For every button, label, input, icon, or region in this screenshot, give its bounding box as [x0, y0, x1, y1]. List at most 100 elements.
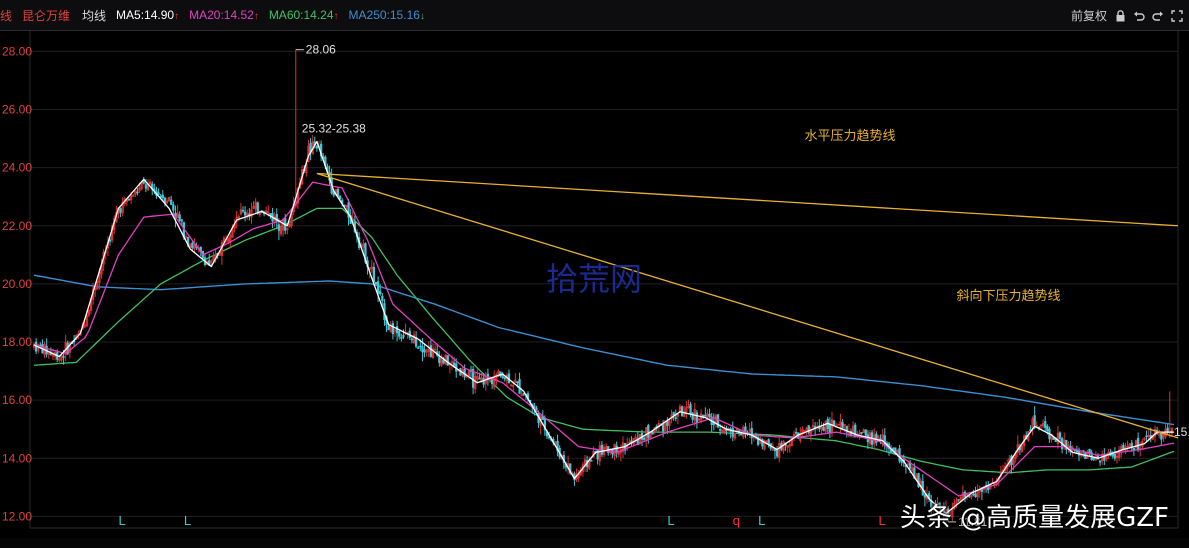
candle-body: [277, 224, 281, 231]
candle-body: [410, 338, 414, 341]
candle-body: [243, 211, 247, 216]
adjust-button[interactable]: 前复权: [1071, 7, 1107, 24]
candle-body: [651, 431, 654, 435]
candle-body: [1145, 435, 1148, 438]
candle-body: [533, 405, 536, 409]
candle-body: [400, 337, 403, 339]
trendlines: 水平压力趋势线斜向下压力趋势线: [316, 128, 1179, 439]
ma20-readout[interactable]: MA20:14.52↑: [189, 8, 259, 22]
bottom-marker: L: [667, 513, 674, 528]
candle-body: [210, 260, 213, 263]
candle-body: [119, 208, 122, 213]
candle-body: [854, 424, 857, 438]
candle-body: [674, 417, 677, 419]
annotation-range: 25.32-25.38: [302, 121, 366, 135]
y-tick-label: 26.00: [2, 103, 32, 117]
candle-body: [860, 432, 863, 434]
candle-body: [864, 429, 867, 436]
candle-body: [62, 356, 65, 358]
chart-prefix: 线: [0, 8, 13, 23]
candle-body: [345, 205, 348, 208]
candle-body: [421, 346, 424, 353]
bottom-marker: L: [758, 513, 765, 528]
candle-body: [372, 266, 376, 283]
candle-body: [767, 439, 770, 444]
candle-body: [731, 428, 734, 437]
candle-body: [672, 412, 675, 416]
y-tick-label: 22.00: [2, 219, 32, 233]
candle-body: [1046, 425, 1049, 432]
candle-body: [419, 345, 422, 348]
trendline-label: 斜向下压力趋势线: [957, 288, 1061, 304]
candle-body: [58, 359, 61, 361]
candle-body: [750, 428, 753, 439]
stock-name[interactable]: 昆仑万维: [22, 7, 70, 24]
ma60-readout[interactable]: MA60:14.24↑: [269, 8, 339, 22]
candle-body: [387, 325, 390, 331]
trendline: [316, 172, 1179, 439]
undo-icon[interactable]: [1133, 10, 1145, 22]
candle-body: [680, 406, 684, 417]
trendline: [316, 172, 1179, 227]
candle-body: [822, 426, 825, 431]
candle-body: [108, 239, 112, 242]
y-tick-label: 20.00: [2, 277, 32, 291]
candle-body: [1132, 447, 1136, 451]
ma250-readout[interactable]: MA250:15.16↓: [349, 8, 425, 22]
candle-body: [402, 335, 405, 338]
candle-body: [647, 425, 650, 439]
lock-icon[interactable]: [1114, 9, 1126, 22]
bottom-marker: L: [118, 513, 125, 528]
candle-body: [1136, 437, 1140, 451]
volume-pane-edge: [0, 538, 1189, 548]
y-axis: 28.00 26.00 24.00 22.00 20.00 18.00 16.00 14.00…: [2, 44, 32, 523]
candle-body: [775, 448, 779, 457]
expand-icon[interactable]: [1171, 9, 1183, 22]
candle-body: [161, 194, 164, 199]
candle-body: [642, 437, 646, 440]
candle-body: [395, 326, 399, 334]
candle-body: [191, 242, 194, 249]
candle-body: [381, 295, 384, 302]
candle-body: [450, 361, 454, 363]
candle-body: [379, 290, 382, 295]
redo-icon[interactable]: [1152, 10, 1164, 22]
candle-body: [170, 199, 173, 205]
candle-body: [391, 323, 395, 335]
candle-body: [516, 381, 519, 383]
candle-body: [892, 448, 895, 450]
candle-body: [1092, 458, 1095, 460]
candle-body: [180, 219, 183, 222]
candle-body: [144, 184, 148, 189]
candle-body: [423, 349, 426, 353]
candle-body: [1058, 432, 1062, 439]
trendline-label: 水平压力趋势线: [805, 128, 896, 144]
candle-body: [374, 282, 378, 285]
candle-body: [803, 429, 806, 432]
candle-body: [398, 331, 401, 337]
candle-body: [837, 423, 840, 426]
indicator-mode[interactable]: 均线: [82, 7, 106, 24]
candle-body: [972, 493, 975, 496]
candle-body: [666, 421, 669, 426]
candle-body: [1044, 420, 1047, 429]
bottom-marker: L: [878, 513, 885, 528]
annotation-high: 28.06: [306, 43, 336, 57]
candle-body: [132, 195, 135, 197]
candle-body: [127, 199, 131, 201]
candle-body: [142, 181, 145, 184]
candle-body: [446, 355, 449, 366]
candle-body: [136, 191, 139, 194]
y-tick-label: 12.00: [2, 509, 32, 523]
candle-body: [841, 422, 844, 429]
candle-body: [708, 413, 711, 417]
annotation-last: 15.0: [1174, 425, 1189, 439]
y-tick-label: 14.00: [2, 451, 32, 465]
candle-body: [269, 213, 272, 216]
candle-body: [376, 281, 380, 294]
ma5-readout[interactable]: MA5:14.90↑: [116, 8, 179, 22]
annotations: 28.0625.32-25.3811.8115.0: [295, 43, 1189, 529]
y-tick-label: 24.00: [2, 161, 32, 175]
candle-body: [590, 460, 593, 462]
candle-body: [1122, 444, 1125, 449]
